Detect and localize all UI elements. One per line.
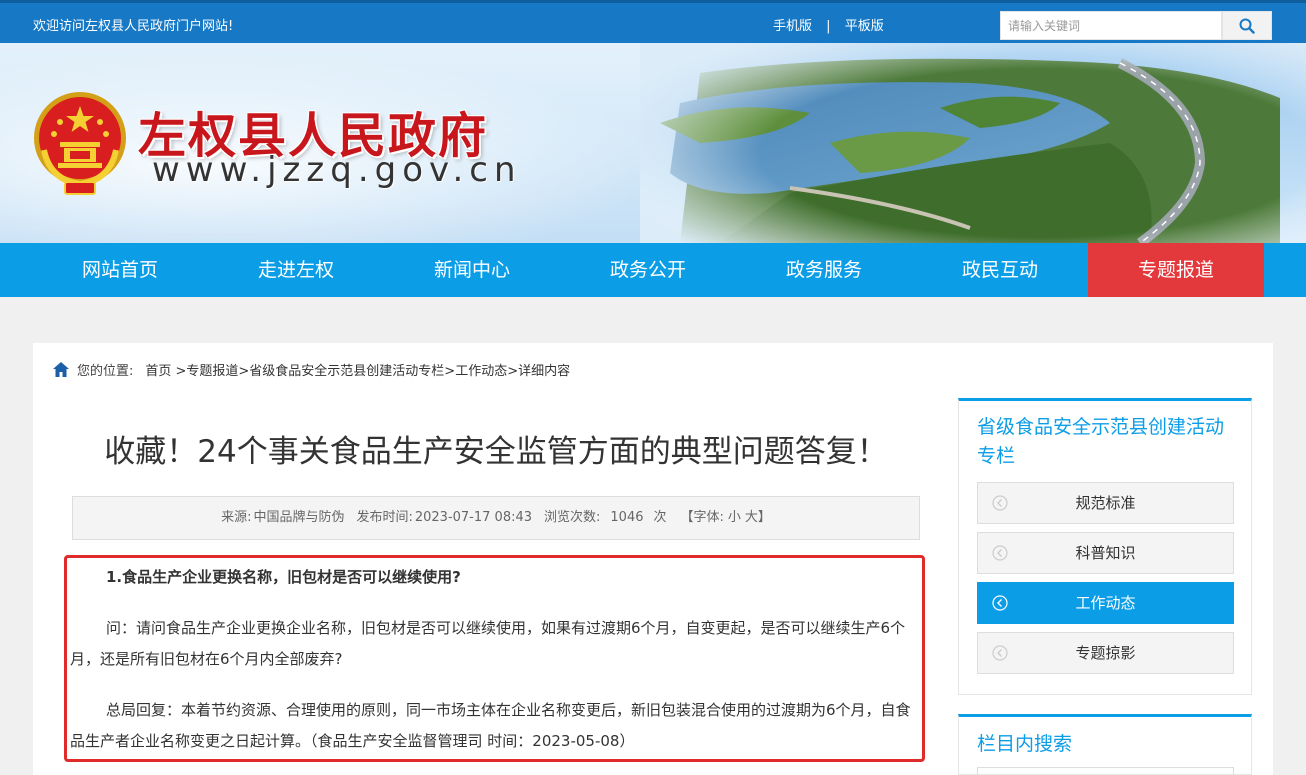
question-text: 问：请问食品生产企业更换企业名称，旧包材是否可以继续使用，如果有过渡期6个月，自… <box>70 619 906 668</box>
font-size-label: 【字体: <box>680 510 724 525</box>
nav-item-interaction[interactable]: 政民互动 <box>912 243 1088 297</box>
sidebar-item-label: 规范标准 <box>1075 494 1136 512</box>
breadcrumb-label: 您的位置: <box>77 364 134 379</box>
views-count: 1046 <box>610 510 644 525</box>
sidebar-item-photos[interactable]: 专题掠影 <box>977 632 1234 674</box>
sidebar-item-label: 科普知识 <box>1075 544 1136 562</box>
sidebar-item-science[interactable]: 科普知识 <box>977 532 1234 574</box>
nav-item-gov-open[interactable]: 政务公开 <box>560 243 736 297</box>
sidebar-heading: 省级食品安全示范县创建活动专栏 <box>977 416 1225 467</box>
nav-item-about[interactable]: 走进左权 <box>208 243 384 297</box>
search-box <box>1000 11 1272 40</box>
question-heading: 1.食品生产企业更换名称，旧包材是否可以继续使用? <box>106 568 461 586</box>
date-value: 2023-07-17 08:43 <box>414 510 533 525</box>
nav-item-home[interactable]: 网站首页 <box>32 243 208 297</box>
breadcrumb: 您的位置: 首页 >专题报道>省级食品安全示范县创建活动专栏>工作动态>详细内容 <box>53 360 570 379</box>
views-label: 浏览次数: <box>544 510 601 525</box>
header-banner: 左权县人民政府 www.jzzq.gov.cn <box>0 43 1306 243</box>
version-links: 手机版 | 平板版 <box>773 15 884 34</box>
breadcrumb-path[interactable]: 首页 >专题报道>省级食品安全示范县创建活动专栏>工作动态>详细内容 <box>145 360 570 379</box>
search-button[interactable] <box>1222 11 1272 40</box>
circle-arrow-icon <box>992 645 1008 661</box>
mobile-version-link[interactable]: 手机版 <box>773 19 812 34</box>
home-icon <box>53 362 69 377</box>
link-separator: | <box>826 19 831 34</box>
nav-item-special-reports[interactable]: 专题报道 <box>1088 243 1264 297</box>
nav-item-news[interactable]: 新闻中心 <box>384 243 560 297</box>
search-icon <box>1239 18 1255 34</box>
nav-item-gov-service[interactable]: 政务服务 <box>736 243 912 297</box>
article-meta: 来源: 中国品牌与防伪 发布时间: 2023-07-17 08:43 浏览次数: 1046… <box>72 496 920 540</box>
answer-text: 总局回复：本着节约资源、合理使用的原则，同一市场主体在企业名称变更后，新旧包装混… <box>70 701 911 750</box>
sidebar-column-search: 栏目内搜索 <box>958 714 1252 775</box>
article-body-highlight: 1.食品生产企业更换名称，旧包材是否可以继续使用? 问：请问食品生产企业更换企业… <box>64 555 925 762</box>
welcome-text: 欢迎访问左权县人民政府门户网站! <box>33 19 234 34</box>
font-large-button[interactable]: 大】 <box>745 510 771 525</box>
source-label: 来源: <box>221 510 252 525</box>
main-nav: 网站首页 走进左权 新闻中心 政务公开 政务服务 政民互动 专题报道 <box>0 243 1306 297</box>
source-value: 中国品牌与防伪 <box>253 510 345 525</box>
font-small-button[interactable]: 小 <box>728 510 741 525</box>
column-search-input[interactable] <box>977 767 1234 775</box>
tablet-version-link[interactable]: 平板版 <box>845 19 884 34</box>
column-search-heading: 栏目内搜索 <box>977 733 1073 755</box>
circle-arrow-icon <box>992 495 1008 511</box>
top-bar: 欢迎访问左权县人民政府门户网站! 手机版 | 平板版 <box>0 0 1306 43</box>
sidebar-item-label: 工作动态 <box>1075 594 1136 612</box>
sidebar-item-work-news[interactable]: 工作动态 <box>977 582 1234 624</box>
circle-arrow-icon <box>992 595 1008 611</box>
article-title: 收藏！24个事关食品生产安全监管方面的典型问题答复！ <box>104 434 888 470</box>
date-label: 发布时间: <box>356 510 413 525</box>
sidebar-column-menu: 省级食品安全示范县创建活动专栏 规范标准 科普知识 工作动态 专题掠影 <box>958 398 1252 695</box>
main-panel: 您的位置: 首页 >专题报道>省级食品安全示范县创建活动专栏>工作动态>详细内容… <box>33 343 1273 775</box>
sidebar-item-standards[interactable]: 规范标准 <box>977 482 1234 524</box>
search-input[interactable] <box>1000 11 1222 40</box>
lake-landscape-image <box>640 43 1306 243</box>
national-emblem-icon <box>34 92 126 195</box>
circle-arrow-icon <box>992 545 1008 561</box>
sidebar-item-label: 专题掠影 <box>1075 644 1136 662</box>
views-unit: 次 <box>653 510 667 525</box>
site-url: www.jzzq.gov.cn <box>152 150 522 190</box>
